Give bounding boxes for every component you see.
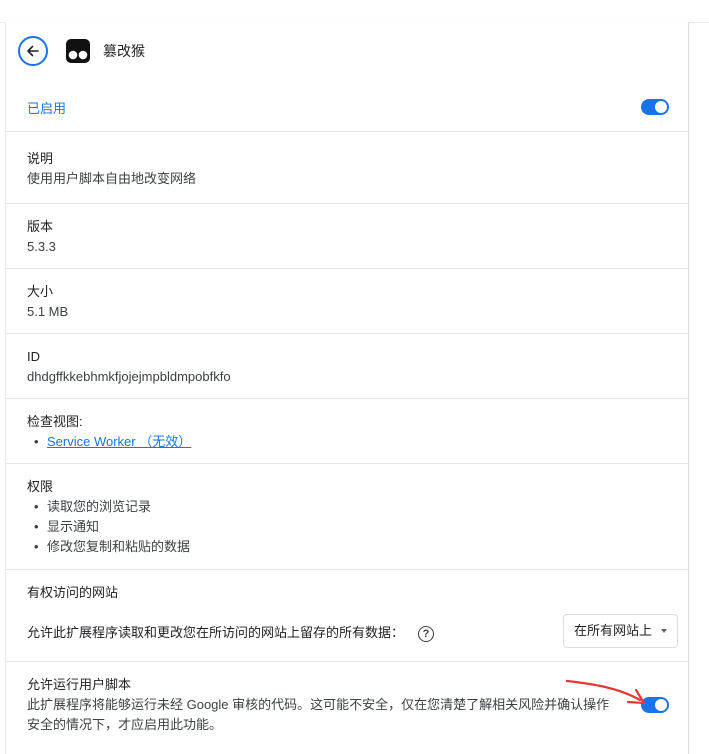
- site-access-select[interactable]: 在所有网站上: [563, 614, 678, 648]
- site-access-title: 有权访问的网站: [27, 585, 119, 600]
- size-row: 大小 5.1 MB: [6, 269, 688, 334]
- permissions-list: 读取您的浏览记录 显示通知 修改您复制和粘贴的数据: [27, 497, 688, 557]
- user-scripts-row: 允许运行用户脚本 此扩展程序将能够运行未经 Google 审核的代码。这可能不安…: [6, 662, 688, 754]
- enabled-row: 已启用: [6, 82, 688, 132]
- size-label: 大小: [27, 284, 54, 299]
- help-icon[interactable]: ?: [418, 625, 435, 642]
- description-label: 说明: [27, 151, 54, 166]
- list-item: Service Worker （无效）: [27, 432, 688, 452]
- enabled-label: 已启用: [27, 101, 67, 116]
- user-scripts-description: 此扩展程序将能够运行未经 Google 审核的代码。这可能不安全，仅在您清楚了解…: [27, 697, 610, 732]
- back-button[interactable]: [18, 36, 48, 66]
- site-access-select-value: 在所有网站上: [574, 623, 653, 638]
- service-worker-link[interactable]: Service Worker （无效）: [47, 434, 191, 449]
- inspect-views-label: 检查视图:: [27, 414, 83, 429]
- list-item: 读取您的浏览记录: [27, 497, 688, 517]
- tampermonkey-icon: [66, 39, 90, 63]
- top-strip: [0, 0, 709, 23]
- header: 篡改猴: [6, 22, 688, 82]
- toggle-knob: [655, 101, 667, 113]
- extension-enabled-toggle[interactable]: [641, 99, 669, 115]
- extension-details-card: 篡改猴 已启用 说明 使用用户脚本自由地改变网络 版本 5.3.3 大小 5.1…: [5, 22, 689, 754]
- id-value: dhdgffkkebhmkfjojejmpbldmpobfkfo: [27, 369, 231, 384]
- description-row: 说明 使用用户脚本自由地改变网络: [6, 132, 688, 204]
- chevron-down-icon: [661, 629, 667, 633]
- permissions-row: 权限 读取您的浏览记录 显示通知 修改您复制和粘贴的数据: [6, 464, 688, 570]
- version-row: 版本 5.3.3: [6, 204, 688, 269]
- version-label: 版本: [27, 219, 54, 234]
- version-value: 5.3.3: [27, 239, 56, 254]
- inspect-views-row: 检查视图: Service Worker （无效）: [6, 399, 688, 464]
- inspect-views-list: Service Worker （无效）: [27, 432, 688, 452]
- user-scripts-title: 允许运行用户脚本: [27, 677, 132, 692]
- user-scripts-toggle[interactable]: [641, 697, 669, 713]
- description-value: 使用用户脚本自由地改变网络: [27, 171, 197, 186]
- toggle-knob: [655, 699, 667, 711]
- list-item: 修改您复制和粘贴的数据: [27, 537, 688, 557]
- id-label: ID: [27, 349, 40, 364]
- site-access-description: 允许此扩展程序读取和更改您在所访问的网站上留存的所有数据：: [27, 625, 405, 640]
- arrow-left-icon: [27, 45, 39, 57]
- list-item: 显示通知: [27, 517, 688, 537]
- id-row: ID dhdgffkkebhmkfjojejmpbldmpobfkfo: [6, 334, 688, 399]
- extension-name: 篡改猴: [103, 43, 145, 59]
- size-value: 5.1 MB: [27, 304, 69, 319]
- permissions-label: 权限: [27, 479, 54, 494]
